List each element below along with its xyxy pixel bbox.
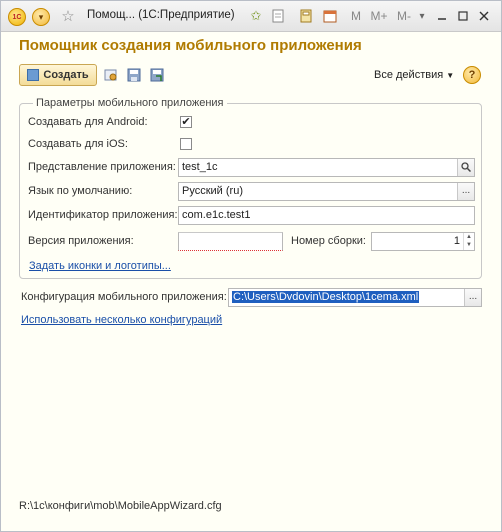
select-ellipsis-button[interactable]: ...: [457, 183, 474, 200]
app-id-field[interactable]: com.e1c.test1: [178, 206, 475, 225]
minimize-icon[interactable]: [435, 6, 449, 26]
maximize-icon[interactable]: [456, 6, 470, 26]
set-icons-link[interactable]: Задать иконки и логотипы...: [29, 260, 171, 272]
build-value: 1: [453, 235, 460, 247]
build-label: Номер сборки:: [291, 235, 366, 247]
version-label: Версия приложения:: [28, 235, 134, 247]
language-value: Русский (ru): [182, 185, 243, 197]
save-icon[interactable]: [126, 67, 142, 83]
create-icon: [27, 69, 40, 81]
android-checkbox[interactable]: ✔: [180, 116, 192, 128]
settings-icon[interactable]: [103, 67, 119, 83]
load-settings-icon[interactable]: [149, 67, 165, 83]
m-minus-button[interactable]: M-: [393, 6, 415, 26]
config-label: Конфигурация мобильного приложения:: [21, 291, 227, 303]
m-button[interactable]: M: [347, 6, 365, 26]
create-button-label: Создать: [43, 69, 89, 81]
ios-label: Создавать для iOS:: [28, 138, 128, 150]
all-actions-label: Все действия: [374, 69, 444, 81]
config-path-field[interactable]: C:\Users\Dvdovin\Desktop\1cema.xml ...: [228, 288, 482, 307]
app-view-value: test_1c: [182, 161, 218, 173]
status-file-path: R:\1c\конфиги\mob\MobileAppWizard.cfg: [19, 500, 222, 512]
chevron-down-icon: ▼: [446, 71, 455, 80]
all-actions-menu[interactable]: Все действия ▼: [374, 69, 454, 81]
version-field[interactable]: [178, 232, 283, 251]
m-plus-button[interactable]: M+: [367, 6, 391, 26]
star-icon[interactable]: ☆: [59, 7, 77, 25]
1c-logo-icon[interactable]: 1С: [8, 8, 26, 26]
calculator-icon[interactable]: [297, 6, 315, 26]
search-icon[interactable]: [457, 159, 474, 176]
create-button[interactable]: Создать: [19, 64, 97, 86]
build-number-stepper[interactable]: 1 ▲ ▼: [371, 232, 475, 251]
title-bar: 1С ▾ ☆ Помощ... (1С:Предприятие) ✩ M M+ …: [1, 1, 501, 32]
config-path-value: C:\Users\Dvdovin\Desktop\1cema.xml: [232, 291, 420, 303]
app-view-label: Представление приложения:: [28, 161, 176, 173]
help-button[interactable]: ?: [463, 66, 481, 84]
language-label: Язык по умолчанию:: [28, 185, 133, 197]
app-view-field[interactable]: test_1c: [178, 158, 475, 177]
language-field[interactable]: Русский (ru) ...: [178, 182, 475, 201]
wizard-window: 1С ▾ ☆ Помощ... (1С:Предприятие) ✩ M M+ …: [0, 0, 502, 532]
star-add-icon[interactable]: ✩: [247, 6, 265, 26]
browse-ellipsis-button[interactable]: ...: [464, 289, 481, 306]
ios-checkbox[interactable]: [180, 138, 192, 150]
app-id-label: Идентификатор приложения:: [28, 209, 178, 221]
app-id-value: com.e1c.test1: [182, 209, 251, 221]
close-icon[interactable]: [477, 6, 491, 26]
document-icon[interactable]: [269, 6, 287, 26]
params-group-title: Параметры мобильного приложения: [33, 97, 227, 109]
android-label: Создавать для Android:: [28, 116, 148, 128]
main-menu-button[interactable]: ▾: [32, 8, 50, 26]
calendar-icon[interactable]: [321, 6, 339, 26]
dropdown-icon[interactable]: ▾: [415, 6, 429, 26]
multi-config-link[interactable]: Использовать несколько конфигураций: [21, 314, 222, 326]
page-title: Помощник создания мобильного приложения: [19, 37, 362, 54]
window-title: Помощ... (1С:Предприятие): [87, 9, 235, 21]
stepper-arrows-icon[interactable]: ▲ ▼: [463, 233, 474, 250]
